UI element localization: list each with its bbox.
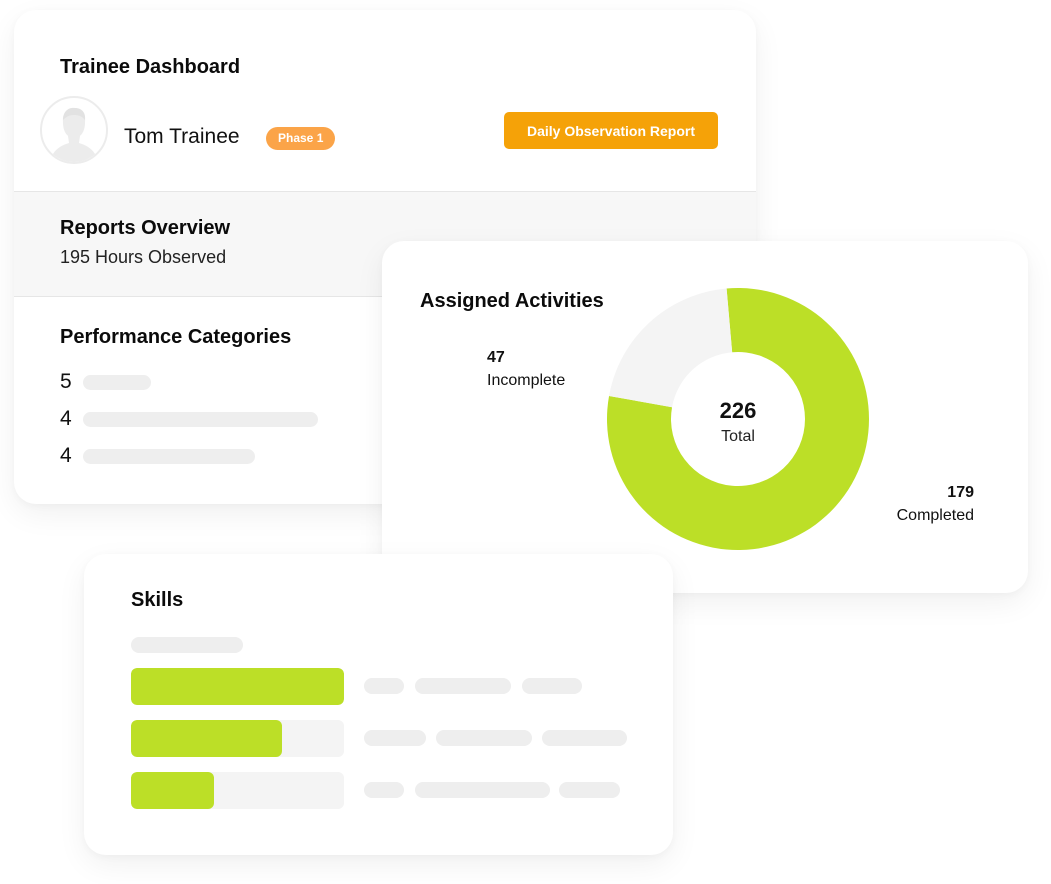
daily-observation-report-button[interactable]: Daily Observation Report — [504, 112, 718, 149]
phase-badge: Phase 1 — [266, 127, 336, 150]
skill-progress-bar — [131, 772, 344, 809]
skill-progress-fill — [131, 772, 215, 809]
skill-progress-bar — [131, 720, 344, 757]
category-score: 4 — [60, 444, 72, 467]
skill-text-placeholder — [364, 678, 404, 694]
incomplete-count: 47 — [487, 349, 505, 366]
category-placeholder-bar — [83, 375, 151, 390]
skill-text-placeholder — [415, 678, 511, 694]
assigned-activities-title: Assigned Activities — [420, 290, 604, 312]
skill-progress-bar — [131, 668, 344, 705]
incomplete-label: Incomplete — [487, 372, 566, 389]
skills-card: Skills — [84, 554, 673, 855]
donut-slice-incomplete — [609, 288, 733, 408]
skill-progress-fill — [131, 668, 344, 705]
reports-overview-title: Reports Overview — [60, 217, 231, 239]
user-avatar-icon — [40, 96, 108, 164]
user-name: Tom Trainee — [124, 125, 240, 148]
skill-text-placeholder — [364, 730, 426, 746]
completed-label: Completed — [896, 507, 974, 524]
page-title: Trainee Dashboard — [60, 56, 241, 78]
skill-text-placeholder — [436, 730, 532, 746]
hours-observed: 195 Hours Observed — [60, 247, 227, 267]
completed-count: 179 — [947, 484, 974, 501]
skill-text-placeholder — [542, 730, 627, 746]
donut-total-value: 226 — [720, 398, 757, 423]
skill-text-placeholder — [415, 782, 550, 798]
skill-progress-fill — [131, 720, 283, 757]
donut-total-label: Total — [721, 428, 755, 445]
skill-text-placeholder — [559, 782, 620, 798]
activities-donut-chart: 226 Total — [607, 288, 869, 550]
category-placeholder-bar — [83, 412, 318, 427]
skills-title: Skills — [131, 589, 184, 611]
skill-text-placeholder — [364, 782, 404, 798]
skills-subtitle-placeholder — [131, 637, 243, 653]
skill-text-placeholder — [522, 678, 582, 694]
performance-categories-title: Performance Categories — [60, 326, 292, 348]
category-score: 5 — [60, 370, 72, 393]
category-score: 4 — [60, 407, 72, 430]
assigned-activities-card: Assigned Activities 47 Incomplete 179 Co… — [382, 241, 1028, 593]
category-placeholder-bar — [83, 449, 255, 464]
